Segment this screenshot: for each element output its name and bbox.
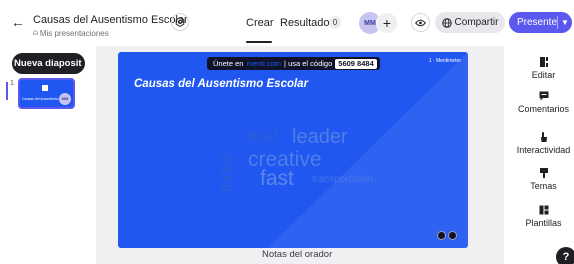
breadcrumb-label: Mis presentaciones [39, 28, 109, 38]
breadcrumb[interactable]: ⍝ Mis presentaciones [33, 28, 109, 38]
panel-item-comentarios[interactable]: Comentarios [513, 90, 574, 114]
panel-item-temas[interactable]: Temas [513, 167, 574, 191]
slide-title[interactable]: Causas del Ausentismo Escolar [134, 78, 308, 90]
new-slide-label: Nueva diaposit [14, 58, 82, 69]
active-slide-indicator [6, 82, 8, 100]
add-collaborator-button[interactable]: + [376, 12, 398, 34]
share-label: Compartir [454, 17, 499, 28]
slide-preview[interactable]: Únete en menti.com | usa el código 5609 … [118, 52, 468, 248]
thumbnail-avatar: MM [59, 93, 71, 105]
thumbnail-title: Causas del Ausentismo [22, 97, 59, 101]
vote-counter: 1 · Mentimeter [428, 58, 461, 64]
speaker-notes-button[interactable]: Notas del orador [262, 249, 332, 260]
person-icon: ⍝ [33, 28, 38, 37]
arrow-left-icon[interactable]: ← [10, 14, 26, 30]
edit-icon [539, 57, 548, 67]
right-panel: Editar Comentarios Interactividad Temas … [513, 52, 574, 241]
join-middle: | usa el código [284, 59, 333, 68]
panel-item-plantillas[interactable]: Plantillas [513, 204, 574, 228]
panel-item-editar[interactable]: Editar [513, 56, 574, 80]
settings-button[interactable] [171, 13, 189, 31]
settings-icon [175, 17, 185, 27]
share-button[interactable]: Compartir [435, 12, 505, 33]
presentation-title[interactable]: Causas del Ausentismo Escolar [33, 14, 188, 26]
join-code: 5609 8484 [335, 58, 377, 69]
present-button[interactable]: Presente ▼ [509, 12, 572, 33]
eye-icon [415, 19, 426, 26]
tab-resultados[interactable]: Resultados [280, 17, 335, 29]
panel-item-interactividad[interactable]: Interactividad [513, 131, 574, 155]
word-cloud-word: focus [218, 153, 235, 192]
slide-thumbnail[interactable]: Causas del Ausentismo MM [18, 78, 75, 109]
panel-item-label: Comentarios [517, 104, 570, 114]
top-bar: ← Causas del Ausentismo Escolar ⍝ Mis pr… [0, 0, 574, 46]
preview-button[interactable] [411, 13, 430, 32]
themes-icon [539, 168, 548, 178]
help-button[interactable]: ? [556, 247, 574, 264]
word-cloud-word: bold [248, 128, 279, 145]
chevron-down-icon[interactable]: ▼ [558, 18, 572, 27]
word-cloud-word: transportation [312, 174, 374, 185]
panel-item-label: Editar [531, 70, 556, 80]
templates-icon [539, 205, 548, 215]
interactivity-icon [540, 132, 547, 142]
slide-number: 1 [10, 80, 14, 87]
word-cloud-word: fast [260, 167, 294, 190]
join-prefix: Únete en [213, 59, 244, 68]
comment-icon [539, 91, 548, 101]
panel-item-label: Interactividad [516, 145, 571, 155]
tab-crear[interactable]: Crear [246, 17, 274, 29]
results-count-badge: 0 [329, 16, 341, 29]
panel-item-label: Temas [530, 181, 557, 191]
present-label: Presente [517, 17, 558, 28]
new-slide-button[interactable]: Nueva diaposit [12, 53, 85, 74]
slide-type-icon [42, 85, 48, 91]
slide-control-button[interactable] [448, 231, 457, 240]
word-cloud-word: leader [292, 126, 348, 148]
panel-item-label: Plantillas [525, 218, 562, 228]
join-instructions: Únete en menti.com | usa el código 5609 … [207, 57, 380, 70]
active-tab-indicator [246, 41, 272, 43]
slide-control-button[interactable] [437, 231, 446, 240]
globe-icon [441, 17, 452, 28]
join-site: menti.com [246, 59, 282, 68]
